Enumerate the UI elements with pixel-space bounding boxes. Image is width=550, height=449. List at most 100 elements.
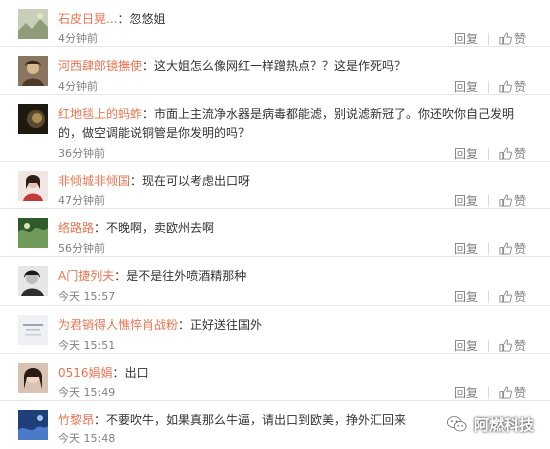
divider bbox=[487, 339, 489, 352]
avatar[interactable] bbox=[18, 266, 48, 296]
comment-list: 石皮日晃...：忽悠姐 4分钟前 回复 赞 河西肆郎镜撫使：这大姐怎么像网红一样… bbox=[0, 0, 550, 449]
like-label: 赞 bbox=[513, 290, 526, 304]
comment-time: 今天 15:51 bbox=[58, 339, 116, 352]
comment-time: 4分钟前 bbox=[58, 32, 98, 45]
divider bbox=[487, 386, 489, 399]
comment-text: 正好送往国外 bbox=[190, 318, 263, 332]
reply-button[interactable]: 回复 bbox=[454, 192, 478, 209]
comment-time: 4分钟前 bbox=[58, 80, 98, 93]
comment-username[interactable]: 河西肆郎镜撫使 bbox=[58, 59, 142, 73]
avatar-image bbox=[18, 9, 48, 39]
comment-text: 不要吹牛，如果真那么牛逼，请出口到欧美，挣外汇回来 bbox=[106, 413, 407, 427]
reply-button[interactable]: 回复 bbox=[454, 337, 478, 354]
comment-username[interactable]: 为君销得人憔悴肖战粉 bbox=[58, 318, 178, 332]
like-button[interactable]: 赞 bbox=[499, 30, 526, 47]
comment-text: 现在可以考虑出口呀 bbox=[142, 174, 251, 188]
like-button[interactable]: 赞 bbox=[499, 145, 526, 162]
like-button[interactable]: 赞 bbox=[499, 337, 526, 354]
avatar[interactable] bbox=[18, 171, 48, 201]
avatar[interactable] bbox=[18, 410, 48, 440]
like-label: 赞 bbox=[513, 386, 526, 400]
separator: ： bbox=[142, 107, 155, 121]
reply-button[interactable]: 回复 bbox=[454, 384, 478, 401]
separator: ： bbox=[112, 366, 125, 380]
thumbs-up-icon bbox=[499, 32, 512, 45]
separator: ： bbox=[117, 12, 130, 26]
like-button[interactable]: 赞 bbox=[499, 384, 526, 401]
avatar[interactable] bbox=[18, 315, 48, 345]
thumbs-up-icon bbox=[499, 290, 512, 303]
comment-text: 是不是往外喷酒精那种 bbox=[126, 269, 247, 283]
like-button[interactable]: 赞 bbox=[499, 78, 526, 95]
comment-item: 石皮日晃...：忽悠姐 4分钟前 回复 赞 bbox=[0, 0, 550, 47]
avatar-image bbox=[18, 104, 48, 134]
reply-button[interactable]: 回复 bbox=[454, 30, 478, 47]
comment-text: 这大姐怎么像网红一样蹭热点？？这是作死吗？ bbox=[154, 59, 407, 73]
separator: ： bbox=[130, 174, 143, 188]
comment-item: 0516娟娟：出口 今天 15:49 回复 赞 bbox=[0, 354, 550, 401]
comment-time: 今天 15:49 bbox=[58, 386, 116, 399]
comment-item: 非倾城非倾国：现在可以考虑出口呀 47分钟前 回复 赞 bbox=[0, 162, 550, 209]
comment-text: 出口 bbox=[124, 366, 149, 380]
comment-time: 47分钟前 bbox=[58, 194, 105, 207]
comment-time: 36分钟前 bbox=[58, 147, 105, 160]
thumbs-up-icon bbox=[499, 339, 512, 352]
thumbs-up-icon bbox=[499, 147, 512, 160]
avatar-image bbox=[18, 266, 48, 296]
avatar[interactable] bbox=[18, 104, 48, 134]
divider bbox=[487, 290, 489, 303]
thumbs-up-icon bbox=[499, 386, 512, 399]
avatar-image bbox=[18, 56, 48, 86]
like-label: 赞 bbox=[513, 242, 526, 256]
like-label: 赞 bbox=[513, 339, 526, 353]
separator: ： bbox=[142, 59, 155, 73]
separator: ： bbox=[178, 318, 191, 332]
like-button[interactable]: 赞 bbox=[499, 240, 526, 257]
comment-username[interactable]: 红地毯上的蚂蚱 bbox=[58, 107, 142, 121]
comment-username[interactable]: 石皮日晃... bbox=[58, 12, 117, 26]
comment-username[interactable]: A门捷列夫 bbox=[58, 269, 114, 283]
avatar-image bbox=[18, 171, 48, 201]
divider bbox=[487, 147, 489, 160]
like-label: 赞 bbox=[513, 32, 526, 46]
avatar[interactable] bbox=[18, 56, 48, 86]
like-label: 赞 bbox=[513, 80, 526, 94]
comment-username[interactable]: 络路路 bbox=[58, 221, 94, 235]
reply-button[interactable]: 回复 bbox=[454, 78, 478, 95]
comment-item: 为君销得人憔悴肖战粉：正好送往国外 今天 15:51 回复 赞 bbox=[0, 306, 550, 354]
comment-text: 不晚啊，卖欧州去啊 bbox=[106, 221, 215, 235]
thumbs-up-icon bbox=[499, 80, 512, 93]
divider bbox=[487, 242, 489, 255]
like-label: 赞 bbox=[513, 147, 526, 161]
divider bbox=[487, 80, 489, 93]
avatar[interactable] bbox=[18, 218, 48, 248]
wechat-icon bbox=[446, 416, 467, 432]
comment-username[interactable]: 非倾城非倾国 bbox=[58, 174, 130, 188]
comment-item: A门捷列夫：是不是往外喷酒精那种 今天 15:57 回复 赞 bbox=[0, 257, 550, 306]
avatar[interactable] bbox=[18, 363, 48, 393]
avatar-image bbox=[18, 410, 48, 440]
comment-item: 河西肆郎镜撫使：这大姐怎么像网红一样蹭热点？？这是作死吗？ 4分钟前 回复 赞 bbox=[0, 47, 550, 95]
watermark: 阿燃科技 bbox=[446, 413, 534, 435]
comment-username[interactable]: 0516娟娟 bbox=[58, 366, 113, 380]
comment-time: 今天 15:57 bbox=[58, 290, 116, 303]
comment-username[interactable]: 竹黎昂 bbox=[58, 413, 94, 427]
divider bbox=[487, 32, 489, 45]
reply-button[interactable]: 回复 bbox=[454, 145, 478, 162]
separator: ： bbox=[94, 413, 107, 427]
comment-item: 红地毯上的蚂蚱：市面上主流净水器是病毒都能滤，别说滤新冠了。你还吹你自己发明的，… bbox=[0, 95, 550, 162]
avatar-image bbox=[18, 315, 48, 345]
thumbs-up-icon bbox=[499, 194, 512, 207]
reply-button[interactable]: 回复 bbox=[454, 288, 478, 305]
comment-time: 56分钟前 bbox=[58, 242, 105, 255]
like-label: 赞 bbox=[513, 194, 526, 208]
reply-button[interactable]: 回复 bbox=[454, 240, 478, 257]
comment-time: 今天 15:48 bbox=[58, 432, 116, 445]
divider bbox=[487, 194, 489, 207]
separator: ： bbox=[114, 269, 127, 283]
watermark-text: 阿燃科技 bbox=[473, 415, 534, 434]
comment-text: 忽悠姐 bbox=[129, 12, 166, 26]
like-button[interactable]: 赞 bbox=[499, 192, 526, 209]
like-button[interactable]: 赞 bbox=[499, 288, 526, 305]
avatar[interactable] bbox=[18, 9, 48, 39]
